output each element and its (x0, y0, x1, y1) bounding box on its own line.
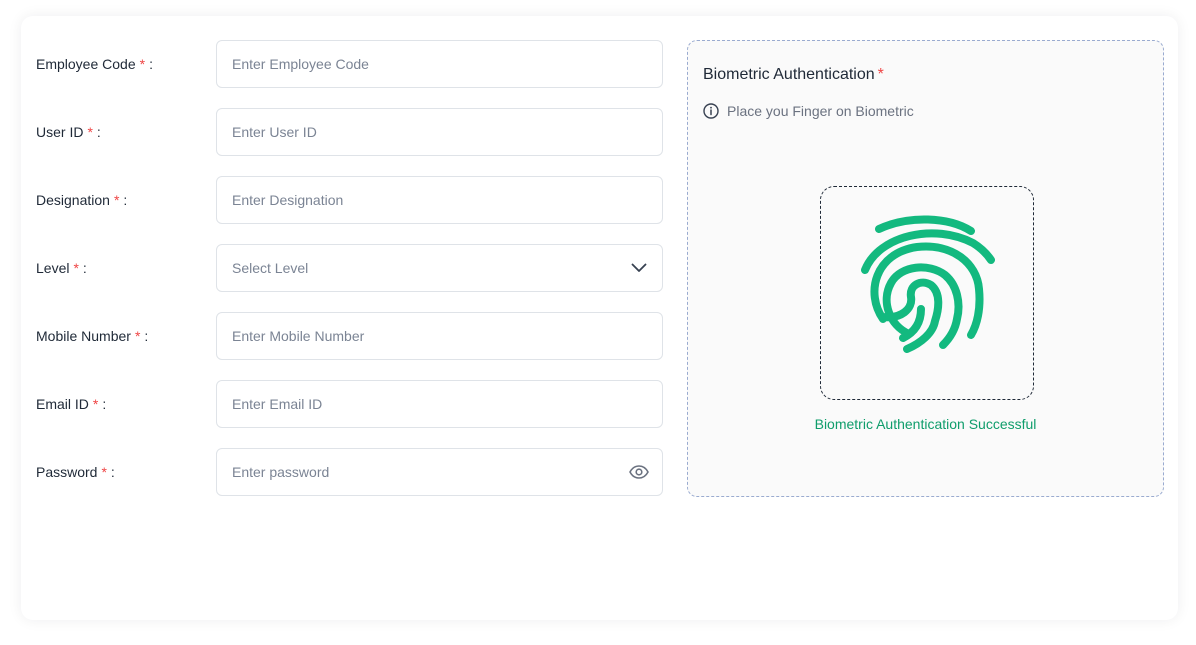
biometric-title-text: Biometric Authentication (703, 66, 875, 83)
biometric-hint-text: Place you Finger on Biometric (727, 103, 914, 119)
biometric-title: Biometric Authentication * (703, 66, 884, 84)
fingerprint-scanner[interactable] (820, 186, 1034, 400)
employee-code-field (216, 40, 663, 88)
user-id-input[interactable] (217, 109, 662, 155)
password-row: Password * : (36, 448, 663, 516)
email-id-label: Email ID * : (36, 380, 106, 428)
email-id-label-text: Email ID (36, 396, 89, 412)
employee-code-label-text: Employee Code (36, 56, 136, 72)
label-separator: : (149, 56, 153, 72)
password-field (216, 448, 663, 496)
mobile-number-row: Mobile Number * : (36, 312, 663, 380)
required-marker: * (73, 260, 79, 276)
required-marker: * (113, 192, 120, 208)
required-marker: * (87, 124, 93, 140)
employee-code-label: Employee Code * : (36, 40, 153, 88)
password-label-text: Password (36, 464, 98, 480)
designation-label-text: Designation (36, 192, 110, 208)
required-marker: * (101, 464, 107, 480)
label-separator: : (123, 192, 128, 208)
biometric-status: Biometric Authentication Successful (814, 416, 1037, 432)
mobile-number-field (216, 312, 663, 360)
designation-field (216, 176, 663, 224)
fingerprint-icon (861, 215, 995, 353)
employee-code-row: Employee Code * : (36, 40, 663, 108)
label-separator: : (82, 260, 87, 276)
user-id-label: User ID * : (36, 108, 101, 156)
email-id-field (216, 380, 663, 428)
user-id-label-text: User ID (36, 124, 84, 140)
password-label: Password * : (36, 448, 115, 496)
label-separator: : (102, 396, 107, 412)
user-id-field (216, 108, 663, 156)
required-marker: * (92, 396, 99, 412)
level-select-placeholder: Select Level (232, 260, 309, 276)
designation-label: Designation * : (36, 176, 127, 224)
info-icon (703, 103, 719, 119)
chevron-down-icon[interactable] (628, 257, 650, 279)
required-marker: * (134, 328, 141, 344)
level-label: Level * : (36, 244, 87, 292)
user-id-row: User ID * : (36, 108, 663, 176)
registration-form: Employee Code * : User ID * : Designatio… (36, 40, 663, 516)
designation-input[interactable] (217, 177, 662, 223)
mobile-number-label: Mobile Number * : (36, 312, 148, 360)
registration-card: Employee Code * : User ID * : Designatio… (21, 16, 1178, 620)
level-select[interactable]: Select Level (216, 244, 663, 292)
email-id-row: Email ID * : (36, 380, 663, 448)
biometric-hint: Place you Finger on Biometric (703, 103, 914, 119)
level-label-text: Level (36, 260, 70, 276)
eye-icon[interactable] (628, 461, 650, 483)
password-input[interactable] (217, 449, 662, 495)
email-id-input[interactable] (217, 381, 662, 427)
designation-row: Designation * : (36, 176, 663, 244)
level-row: Level * : Select Level (36, 244, 663, 312)
required-marker: * (139, 56, 146, 72)
biometric-panel: Biometric Authentication * Place you Fing… (687, 40, 1164, 497)
employee-code-input[interactable] (217, 41, 662, 87)
mobile-number-label-text: Mobile Number (36, 328, 131, 344)
label-separator: : (144, 328, 149, 344)
label-separator: : (110, 464, 115, 480)
label-separator: : (96, 124, 101, 140)
required-marker: * (877, 66, 884, 83)
mobile-number-input[interactable] (217, 313, 662, 359)
